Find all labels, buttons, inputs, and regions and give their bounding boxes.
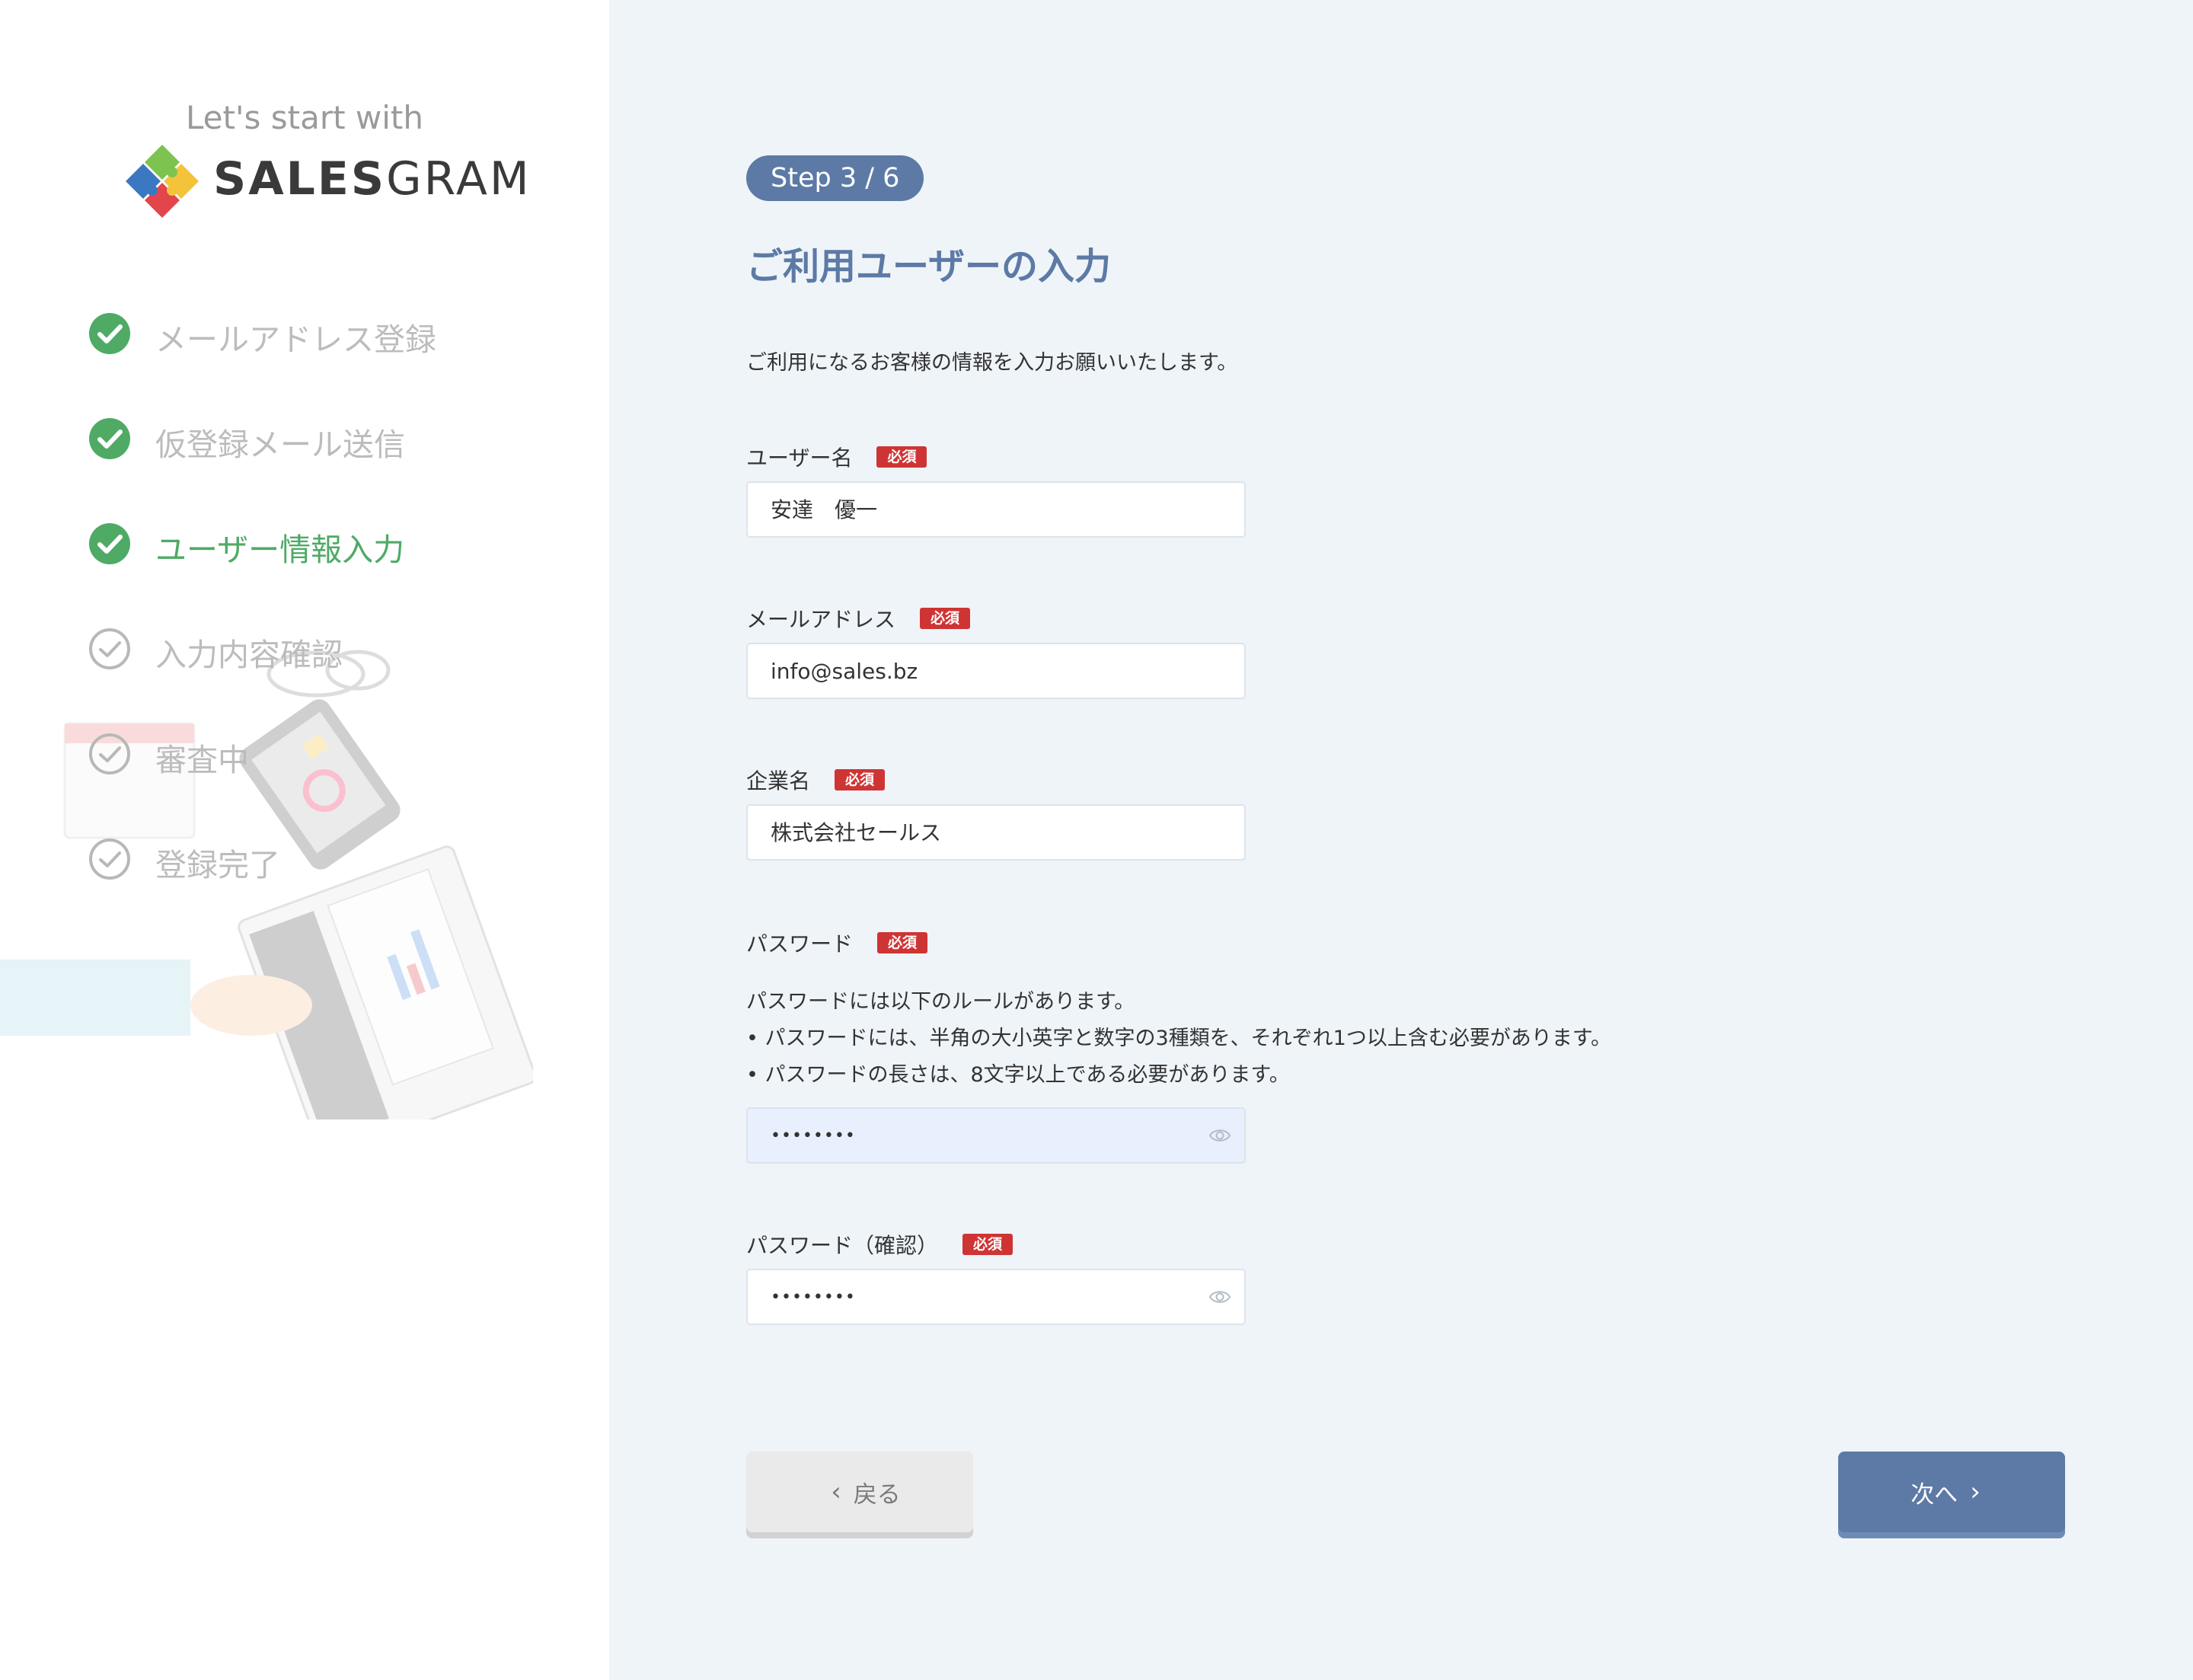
check-circle-filled-icon — [89, 418, 130, 459]
check-circle-filled-icon — [89, 523, 130, 564]
email-label-text: メールアドレス — [746, 607, 896, 632]
company-field[interactable]: 株式会社セールス — [746, 804, 1246, 861]
password-confirm-label: パスワード（確認） 必須 — [746, 1229, 1014, 1260]
required-badge: 必須 — [876, 446, 927, 468]
main-form-panel: Step 3 / 6 ご利用ユーザーの入力 ご利用になるお客様の情報を入力お願い… — [609, 0, 2193, 1680]
check-circle-filled-icon — [89, 313, 130, 354]
check-circle-outline-icon — [89, 733, 130, 775]
step-label: ユーザー情報入力 — [155, 532, 405, 568]
password-label-text: パスワード — [746, 931, 854, 957]
step-label: 仮登録メール送信 — [155, 426, 405, 463]
eye-icon[interactable] — [1209, 1289, 1231, 1305]
email-label: メールアドレス 必須 — [746, 603, 971, 634]
puzzle-logo-icon — [126, 145, 199, 218]
back-button[interactable]: ‹ 戻る — [746, 1452, 973, 1532]
password-rules: パスワードには以下のルールがあります。 • パスワードには、半角の大小英字と数字… — [746, 984, 1611, 1094]
password-field[interactable]: •••••••• — [746, 1107, 1246, 1164]
tagline: Let's start with — [185, 99, 424, 136]
step-label: メールアドレス登録 — [155, 321, 436, 358]
email-field[interactable]: info@sales.bz — [746, 643, 1246, 699]
password-rule-2: • パスワードの長さは、8文字以上である必要があります。 — [746, 1063, 1290, 1087]
check-circle-outline-icon — [89, 838, 130, 880]
required-badge: 必須 — [962, 1234, 1014, 1255]
page-description: ご利用になるお客様の情報を入力お願いいたします。 — [746, 351, 1238, 375]
password-value: •••••••• — [771, 1126, 856, 1145]
password-confirm-field[interactable]: •••••••• — [746, 1269, 1246, 1325]
company-label: 企業名 必須 — [746, 765, 886, 795]
required-badge: 必須 — [835, 769, 886, 790]
page-title: ご利用ユーザーの入力 — [746, 245, 1112, 288]
logo-wordmark: SALESGRAM — [213, 152, 531, 206]
step-label: 登録完了 — [155, 847, 280, 883]
email-value: info@sales.bz — [771, 659, 918, 684]
step-label: 審査中 — [155, 742, 249, 778]
chevron-left-icon: ‹ — [831, 1477, 841, 1507]
chevron-right-icon: › — [1970, 1477, 1981, 1507]
username-label: ユーザー名 必須 — [746, 442, 927, 472]
step-label: 入力内容確認 — [155, 637, 343, 673]
required-badge: 必須 — [877, 932, 928, 953]
username-field[interactable]: 安達 優一 — [746, 481, 1246, 538]
password-confirm-label-text: パスワード（確認） — [746, 1233, 939, 1258]
check-circle-outline-icon — [89, 628, 130, 669]
required-badge: 必須 — [920, 608, 971, 629]
password-confirm-value: •••••••• — [771, 1288, 856, 1307]
step-badge: Step 3 / 6 — [746, 155, 924, 201]
password-rule-1: • パスワードには、半角の大小英字と数字の3種類を、それぞれ1つ以上含む必要があ… — [746, 1027, 1612, 1050]
password-label: パスワード 必須 — [746, 928, 928, 958]
eye-icon[interactable] — [1209, 1127, 1231, 1144]
sidebar: Let's start with SALESGRAM メールアドレス登録 仮登録… — [0, 0, 609, 1680]
next-button[interactable]: 次へ › — [1838, 1452, 2065, 1532]
company-value: 株式会社セールス — [771, 820, 942, 845]
back-button-label: 戻る — [853, 1480, 901, 1509]
company-label-text: 企業名 — [746, 768, 811, 794]
password-rules-intro: パスワードには以下のルールがあります。 — [746, 990, 1135, 1014]
username-value: 安達 優一 — [771, 497, 878, 522]
username-label-text: ユーザー名 — [746, 446, 853, 471]
next-button-label: 次へ — [1910, 1480, 1958, 1509]
